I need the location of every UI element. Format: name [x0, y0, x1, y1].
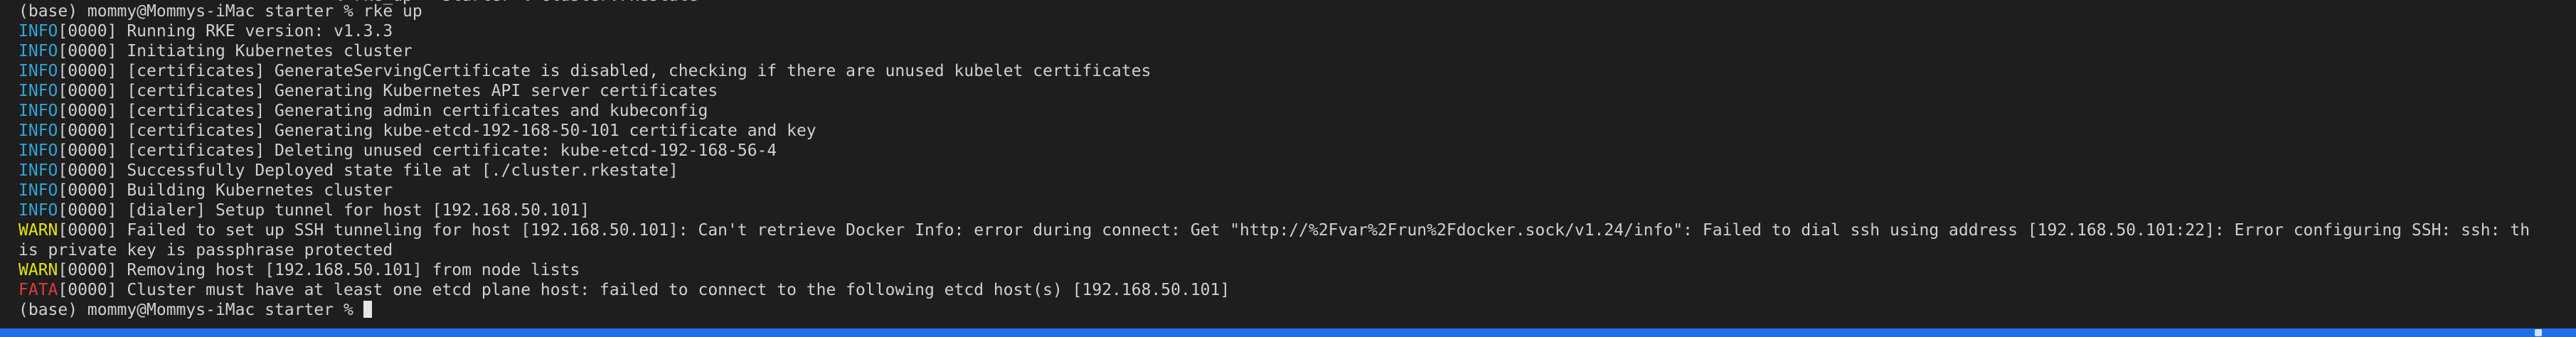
log-line: INFO[0000] [dialer] Setup tunnel for hos… — [18, 200, 590, 220]
log-line: INFO[0000] Successfully Deployed state f… — [18, 161, 678, 181]
log-level-info: INFO — [18, 62, 58, 80]
log-message: [certificates] Generating admin certific… — [117, 102, 708, 120]
log-message: Removing host [192.168.50.101] from node… — [117, 261, 580, 279]
log-code: [0000] — [58, 22, 117, 41]
terminal-output[interactable]: ~ % rke_up starter % cluster.rkestate (b… — [0, 0, 2576, 328]
log-message: Successfully Deployed state file at [./c… — [117, 161, 678, 180]
log-code: [0000] — [58, 201, 117, 220]
log-level-info: INFO — [18, 181, 58, 200]
log-message: [certificates] Generating Kubernetes API… — [117, 82, 718, 100]
log-line: INFO[0000] [certificates] Generating Kub… — [18, 81, 718, 101]
log-level-fata: FATA — [18, 281, 58, 299]
log-message: Running RKE version: v1.3.3 — [117, 22, 393, 41]
log-message: Initiating Kubernetes cluster — [117, 42, 413, 60]
log-code: [0000] — [58, 161, 117, 180]
log-message: is private key is passphrase protected — [18, 241, 393, 260]
log-line: WARN[0000] Removing host [192.168.50.101… — [18, 260, 580, 280]
log-message: [dialer] Setup tunnel for host [192.168.… — [117, 201, 590, 220]
log-message: Failed to set up SSH tunneling for host … — [117, 221, 2530, 240]
log-level-warn: WARN — [18, 261, 58, 279]
log-code: [0000] — [58, 62, 117, 80]
log-level-info: INFO — [18, 42, 58, 60]
log-line-wrapped: is private key is passphrase protected — [18, 240, 393, 260]
log-line: INFO[0000] [certificates] Generating kub… — [18, 121, 816, 141]
log-line: INFO[0000] [certificates] Deleting unuse… — [18, 141, 777, 161]
log-level-info: INFO — [18, 82, 58, 100]
log-level-info: INFO — [18, 22, 58, 41]
log-level-info: INFO — [18, 161, 58, 180]
log-line: INFO[0000] [certificates] Generating adm… — [18, 101, 708, 121]
log-level-info: INFO — [18, 122, 58, 140]
shell-prompt: (base) mommy@Mommys-iMac starter % — [18, 301, 363, 319]
log-code: [0000] — [58, 181, 117, 200]
log-line: WARN[0000] Failed to set up SSH tunnelin… — [18, 220, 2530, 240]
log-code: [0000] — [58, 261, 117, 279]
prompt-line-rke-up: (base) mommy@Mommys-iMac starter % rke u… — [18, 2, 422, 21]
log-code: [0000] — [58, 281, 117, 299]
log-level-info: INFO — [18, 201, 58, 220]
status-bar — [0, 328, 2576, 337]
log-code: [0000] — [58, 122, 117, 140]
log-message: [certificates] Deleting unused certifica… — [117, 141, 777, 160]
log-code: [0000] — [58, 82, 117, 100]
log-line: INFO[0000] [certificates] GenerateServin… — [18, 61, 1151, 81]
log-code: [0000] — [58, 102, 117, 120]
text-cursor — [363, 301, 372, 318]
log-message: [certificates] Generating kube-etcd-192-… — [117, 122, 816, 140]
log-message: Cluster must have at least one etcd plan… — [117, 281, 1230, 299]
log-level-info: INFO — [18, 141, 58, 160]
log-line: FATA[0000] Cluster must have at least on… — [18, 280, 1230, 300]
log-level-info: INFO — [18, 102, 58, 120]
log-message: [certificates] GenerateServingCertificat… — [117, 62, 1151, 80]
log-code: [0000] — [58, 42, 117, 60]
status-indicator-icon — [2535, 329, 2542, 336]
log-line: INFO[0000] Running RKE version: v1.3.3 — [18, 21, 393, 41]
log-line: INFO[0000] Initiating Kubernetes cluster — [18, 41, 413, 61]
prompt-line-current[interactable]: (base) mommy@Mommys-iMac starter % — [18, 300, 372, 320]
log-line: INFO[0000] Building Kubernetes cluster — [18, 181, 393, 200]
log-message: Building Kubernetes cluster — [117, 181, 393, 200]
log-code: [0000] — [58, 141, 117, 160]
log-level-warn: WARN — [18, 221, 58, 240]
log-code: [0000] — [58, 221, 117, 240]
